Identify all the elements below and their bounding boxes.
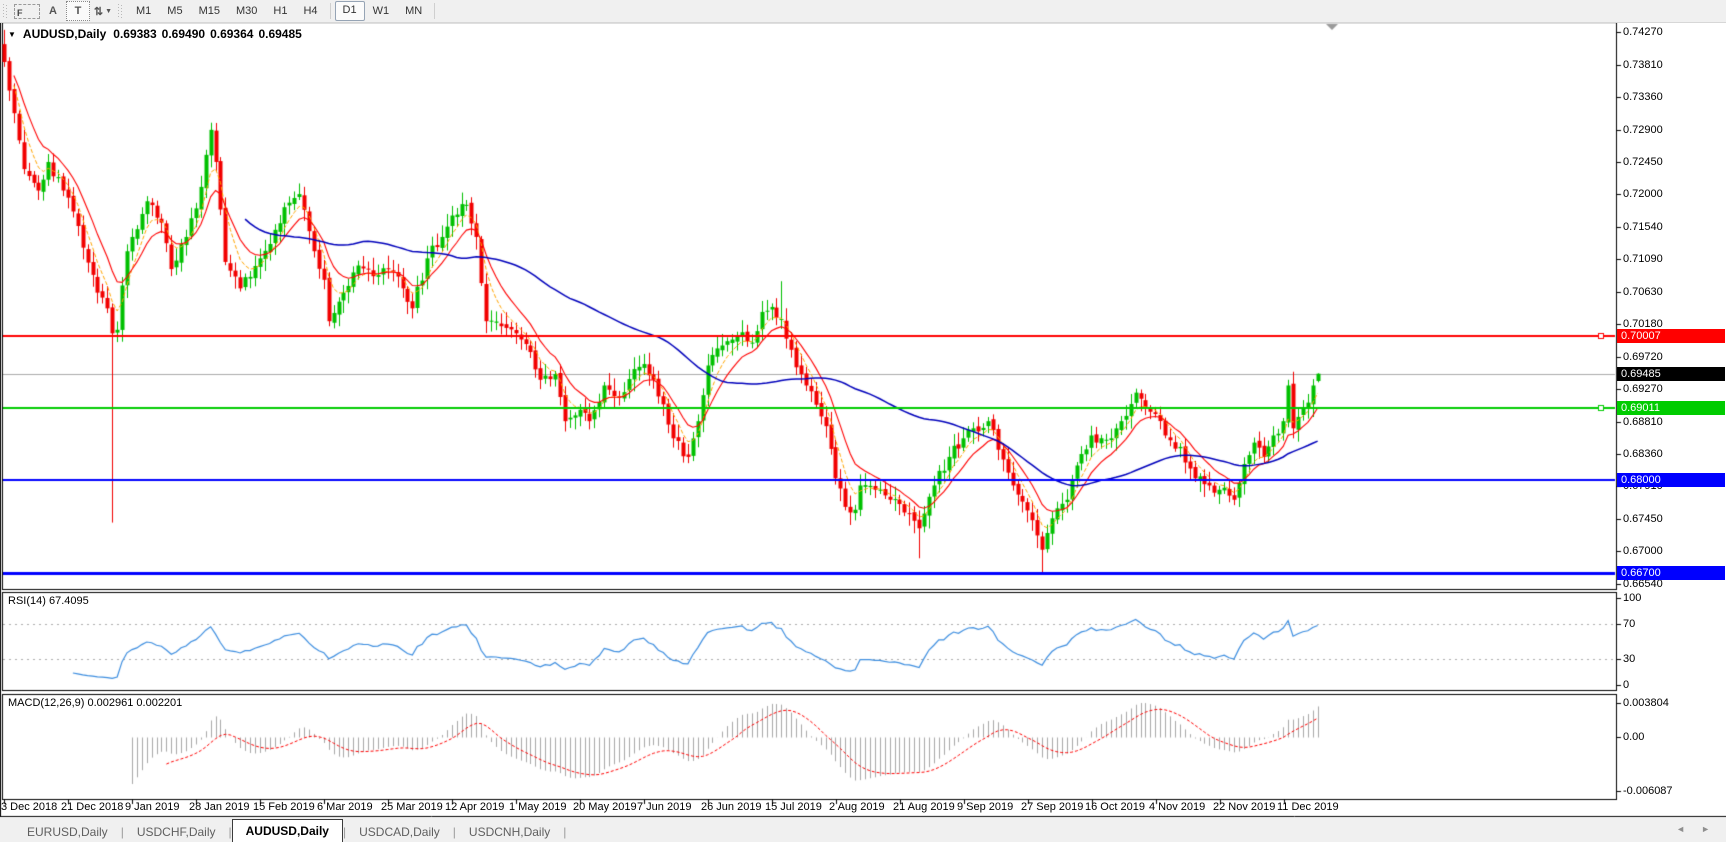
tab-usdcad[interactable]: USDCAD,Daily <box>346 822 453 842</box>
date-tick-label: 11 Dec 2019 <box>1277 801 1339 813</box>
date-tick-label: 2 Aug 2019 <box>829 801 885 813</box>
arrows-icon[interactable]: ⇅▼ <box>92 2 114 20</box>
timeframe-d1[interactable]: D1 <box>335 1 365 21</box>
date-tick-label: 9 Jan 2019 <box>125 801 179 813</box>
ohlc-open: 0.69383 <box>113 27 156 41</box>
ohlc-close: 0.69485 <box>258 27 301 41</box>
tab-usdchf[interactable]: USDCHF,Daily <box>124 822 229 842</box>
date-tick-label: 21 Dec 2018 <box>61 801 123 813</box>
hline-price-label: 0.68000 <box>1617 473 1725 487</box>
date-tick-label: 16 Oct 2019 <box>1085 801 1145 813</box>
toolbar-separator <box>434 3 435 19</box>
rsi-tick-label: 30 <box>1623 652 1635 666</box>
date-tick-label: 27 Sep 2019 <box>1021 801 1083 813</box>
date-tick-label: 1 May 2019 <box>509 801 566 813</box>
price-tick-label: 0.71090 <box>1623 252 1663 266</box>
rsi-tick-label: 70 <box>1623 617 1635 631</box>
date-tick-label: 4 Nov 2019 <box>1149 801 1205 813</box>
timeframe-m1[interactable]: M1 <box>128 2 159 20</box>
price-tick-label: 0.73810 <box>1623 58 1663 72</box>
timeframe-mn[interactable]: MN <box>397 2 430 20</box>
rsi-tick-label: 0 <box>1623 678 1629 692</box>
timeframe-m5[interactable]: M5 <box>159 2 190 20</box>
price-tick-label: 0.68360 <box>1623 447 1663 461</box>
timeframe-w1[interactable]: W1 <box>365 2 398 20</box>
timeframe-m15[interactable]: M15 <box>191 2 228 20</box>
date-tick-label: 7 Jun 2019 <box>637 801 691 813</box>
hline-price-label: 0.69011 <box>1617 401 1725 415</box>
price-tick-label: 0.70630 <box>1623 285 1663 299</box>
chart-symbol-label: AUDUSD,Daily <box>23 27 106 41</box>
price-tick-label: 0.71540 <box>1623 220 1663 234</box>
price-tick-label: 0.72900 <box>1623 123 1663 137</box>
chart-dropdown-icon[interactable]: ▼ <box>8 30 16 39</box>
chart-title: ▼ AUDUSD,Daily 0.69383 0.69490 0.69364 0… <box>8 27 302 41</box>
timeframe-h4[interactable]: H4 <box>295 2 325 20</box>
date-tick-label: 21 Aug 2019 <box>893 801 955 813</box>
date-tick-label: 28 Jan 2019 <box>189 801 250 813</box>
toolbar-grip-2[interactable] <box>118 4 123 18</box>
rsi-tick-label: 100 <box>1623 591 1641 605</box>
tab-usdcnh[interactable]: USDCNH,Daily <box>456 822 563 842</box>
price-tick-label: 0.67000 <box>1623 544 1663 558</box>
hline-price-label: 0.70007 <box>1617 329 1725 343</box>
rsi-indicator-label: RSI(14) 67.4095 <box>8 595 89 607</box>
price-tick-label: 0.67450 <box>1623 512 1663 526</box>
tab-eurusd[interactable]: EURUSD,Daily <box>14 822 121 842</box>
date-tick-label: 22 Nov 2019 <box>1213 801 1275 813</box>
price-tick-label: 0.68810 <box>1623 415 1663 429</box>
date-tick-label: 3 Dec 2018 <box>1 801 57 813</box>
ohlc-high: 0.69490 <box>162 27 205 41</box>
hline-price-label: 0.66700 <box>1617 566 1725 580</box>
date-tick-label: 25 Mar 2019 <box>381 801 443 813</box>
ohlc-low: 0.69364 <box>210 27 253 41</box>
date-tick-label: 6 Mar 2019 <box>317 801 373 813</box>
chart-tab-bar: EURUSD,Daily|USDCHF,Daily|AUDUSD,Daily|U… <box>0 818 1726 842</box>
date-tick-label: 26 Jun 2019 <box>701 801 762 813</box>
timeframe-group: M1M5M15M30H1H4 D1W1MN <box>128 1 430 21</box>
macd-tick-label: 0.003804 <box>1623 696 1669 710</box>
toolbar-grip[interactable] <box>3 4 8 18</box>
chevron-down-icon: ▼ <box>105 8 112 15</box>
fibonacci-retracement-icon[interactable]: F <box>14 4 40 19</box>
macd-indicator-label: MACD(12,26,9) 0.002961 0.002201 <box>8 697 182 709</box>
price-tick-label: 0.72000 <box>1623 187 1663 201</box>
price-tick-label: 0.69270 <box>1623 382 1663 396</box>
tab-audusd[interactable]: AUDUSD,Daily <box>232 819 343 842</box>
date-tick-label: 9 Sep 2019 <box>957 801 1013 813</box>
text-label-icon[interactable]: T <box>66 1 90 21</box>
price-tick-label: 0.74270 <box>1623 25 1663 39</box>
timeframe-m30[interactable]: M30 <box>228 2 265 20</box>
last-price-label: 0.69485 <box>1617 367 1725 381</box>
tab-scroll-left-icon[interactable]: ◄ <box>1676 824 1685 834</box>
date-tick-label: 12 Apr 2019 <box>445 801 504 813</box>
macd-tick-label: -0.006087 <box>1623 784 1673 798</box>
arrows-glyph: ⇅ <box>94 5 103 18</box>
date-tick-label: 20 May 2019 <box>573 801 637 813</box>
price-chart-canvas[interactable] <box>0 0 1726 842</box>
tab-scroll-right-icon[interactable]: ► <box>1701 824 1710 834</box>
top-toolbar: F A T ⇅▼ M1M5M15M30H1H4 D1W1MN <box>0 0 1726 23</box>
tab-scroll-controls: ◄ ► <box>1676 824 1710 834</box>
price-tick-label: 0.73360 <box>1623 90 1663 104</box>
date-tick-label: 15 Jul 2019 <box>765 801 822 813</box>
price-tick-label: 0.69720 <box>1623 350 1663 364</box>
text-icon[interactable]: A <box>42 2 64 20</box>
price-tick-label: 0.72450 <box>1623 155 1663 169</box>
toolbar-separator <box>330 3 331 19</box>
timeframe-h1[interactable]: H1 <box>265 2 295 20</box>
macd-tick-label: 0.00 <box>1623 730 1644 744</box>
tab-separator: | <box>563 822 566 842</box>
date-tick-label: 15 Feb 2019 <box>253 801 315 813</box>
ohlc-readout: 0.69383 0.69490 0.69364 0.69485 <box>113 27 302 41</box>
